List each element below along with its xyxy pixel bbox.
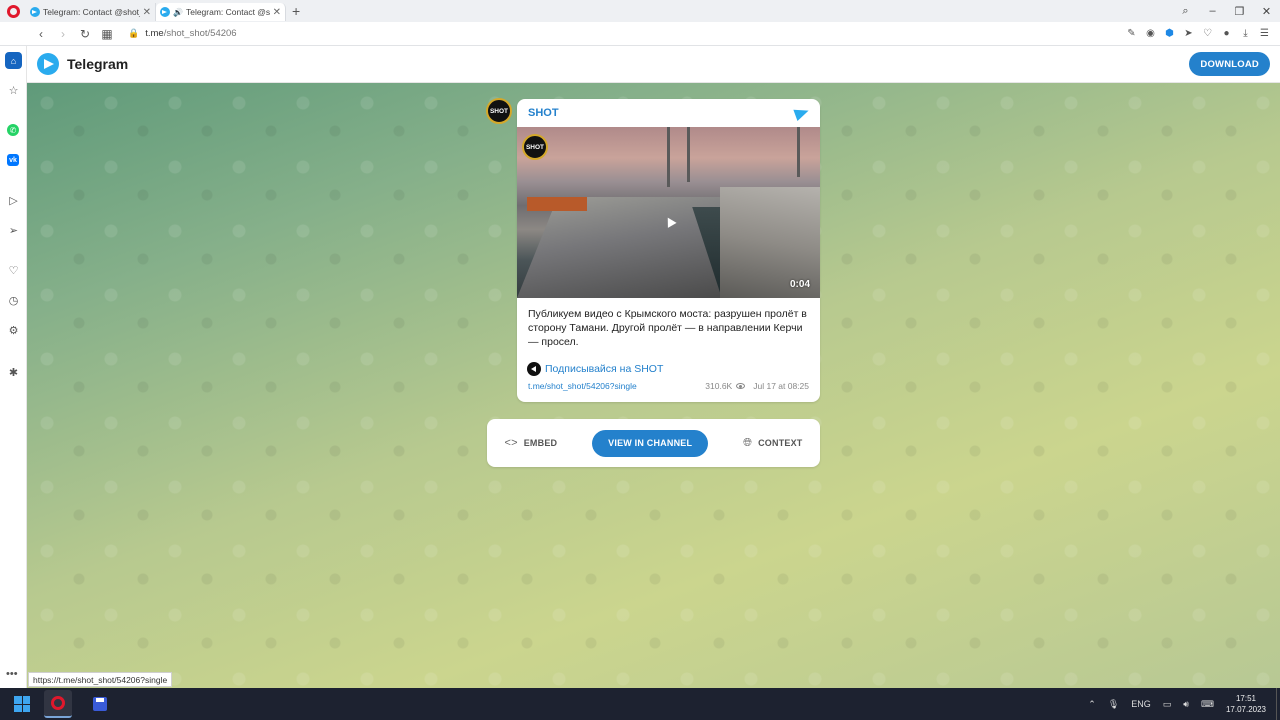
network-icon[interactable]: ▭: [1163, 699, 1172, 710]
audio-playing-icon[interactable]: 🔊: [173, 8, 183, 17]
view-in-channel-button[interactable]: VIEW IN CHANNEL: [592, 429, 709, 457]
reload-icon[interactable]: ↻: [74, 27, 96, 41]
tabs-grid-icon[interactable]: ▦: [96, 27, 118, 41]
telegram-favicon-icon: [30, 7, 40, 17]
windows-start-icon[interactable]: [14, 696, 30, 712]
url-path: /shot_shot/54206: [163, 28, 237, 39]
browser-tab-active[interactable]: 🔊 Telegram: Contact @sh ✕: [156, 3, 286, 21]
opera-icon: [51, 696, 65, 710]
taskbar-save-app[interactable]: [86, 690, 114, 718]
status-url-tooltip: https://t.me/shot_shot/54206?single: [28, 672, 173, 687]
bookmarks-icon[interactable]: ☆: [5, 82, 22, 99]
tab-title: Telegram: Contact @sh: [185, 7, 270, 17]
new-tab-button[interactable]: +: [286, 3, 306, 19]
megaphone-icon: [527, 361, 541, 376]
embed-button[interactable]: <> EMBED: [504, 437, 557, 449]
volume-icon[interactable]: 🔊︎: [1183, 699, 1189, 710]
lock-icon[interactable]: 🔒: [128, 28, 139, 39]
address-bar: ‹ › ↻ ▦ 🔒 t.me/shot_shot/54206 ✎ ◉ ⬢ ➤ ♡…: [0, 22, 1280, 46]
home-icon[interactable]: ⌂: [5, 52, 22, 69]
show-desktop-button[interactable]: [1276, 688, 1280, 720]
microphone-icon[interactable]: 🎙︎: [1108, 699, 1119, 710]
vk-icon[interactable]: vk: [7, 154, 19, 166]
tips-bulb-icon[interactable]: ✱: [5, 364, 22, 381]
address-bar-tools: ✎ ◉ ⬢ ➤ ♡ ● ⤓ ☰: [1122, 28, 1280, 39]
opera-menu-icon[interactable]: [0, 0, 26, 22]
tab-close-icon[interactable]: ✕: [273, 7, 281, 18]
opera-sidebar: ⌂ ☆ ✆ vk ▷ ➢ ♡ ◷ ⚙ ✱: [0, 46, 27, 688]
tray-overflow-icon[interactable]: ⌃: [1088, 699, 1096, 710]
windows-taskbar: ⌃ 🎙︎ ENG ▭ 🔊︎ ⌨ 17:51 17.07.2023: [0, 688, 1280, 720]
embed-label: EMBED: [523, 438, 558, 448]
telegram-logo-icon[interactable]: [37, 53, 59, 75]
post-channel-name[interactable]: SHOT: [528, 107, 559, 119]
clock-time: 17:51: [1235, 694, 1256, 703]
download-button[interactable]: DOWNLOAD: [1189, 52, 1270, 76]
whatsapp-icon[interactable]: ✆: [7, 124, 19, 136]
video-frame: [687, 127, 690, 182]
language-indicator[interactable]: ENG: [1131, 699, 1151, 709]
tab-title: Telegram: Contact @shot_: [43, 7, 140, 17]
taskbar-clock[interactable]: 17:51 17.07.2023: [1226, 693, 1266, 715]
video-player[interactable]: SHOT 0:04: [517, 127, 820, 298]
telegram-plane-icon[interactable]: [793, 104, 811, 122]
post-card: SHOT SHOT 0:04 Публикуем видео с Крымско…: [517, 99, 820, 402]
code-icon: <>: [504, 437, 518, 449]
window-controls: ⌕ – ❐ ✕: [1172, 5, 1280, 18]
video-watermark-logo: SHOT: [522, 134, 548, 160]
taskbar-opera-app[interactable]: [44, 690, 72, 718]
video-duration: 0:04: [789, 279, 810, 290]
telegram-header: Telegram DOWNLOAD: [27, 46, 1280, 83]
post-header: SHOT: [517, 99, 820, 127]
context-button[interactable]: 🌐︎ CONTEXT: [743, 437, 802, 450]
back-icon[interactable]: ‹: [30, 27, 52, 41]
eye-icon: [736, 382, 746, 389]
send-icon[interactable]: ➤: [1179, 28, 1198, 39]
url-host: t.me: [145, 28, 164, 39]
settings-gear-icon[interactable]: ⚙: [5, 322, 22, 339]
system-tray: ⌃ 🎙︎ ENG ▭ 🔊︎ ⌨ 17:51 17.07.2023: [1082, 688, 1280, 720]
download-icon[interactable]: ⤓: [1236, 28, 1255, 39]
player-icon[interactable]: ▷: [5, 192, 22, 209]
subscribe-row: Подписывайся на SHOT: [517, 350, 820, 376]
flow-send-icon[interactable]: ➢: [5, 222, 22, 239]
easy-setup-icon[interactable]: ☰: [1255, 28, 1274, 39]
post-date[interactable]: Jul 17 at 08:25: [753, 381, 809, 391]
profile-icon[interactable]: ●: [1217, 28, 1236, 39]
edit-icon[interactable]: ✎: [1122, 28, 1141, 39]
browser-tab-bar: Telegram: Contact @shot_ ✕ 🔊 Telegram: C…: [0, 0, 1280, 22]
tab-close-icon[interactable]: ✕: [143, 7, 151, 18]
video-frame: [527, 197, 587, 211]
restore-icon[interactable]: ❐: [1226, 5, 1253, 18]
telegram-brand[interactable]: Telegram: [67, 56, 128, 72]
close-window-icon[interactable]: ✕: [1253, 5, 1280, 18]
search-tabs-icon[interactable]: ⌕: [1172, 5, 1199, 18]
post-footer: t.me/shot_shot/54206?single 310.6K Jul 1…: [517, 376, 820, 391]
post-link[interactable]: t.me/shot_shot/54206?single: [528, 381, 637, 391]
views-count: 310.6K: [705, 380, 733, 391]
sidebar-more-icon[interactable]: •••: [6, 668, 18, 680]
minimize-icon[interactable]: –: [1199, 5, 1226, 17]
context-label: CONTEXT: [758, 438, 803, 448]
adblock-shield-icon[interactable]: ⬢: [1160, 28, 1179, 39]
video-frame: [667, 127, 670, 187]
subscribe-link[interactable]: Подписывайся на SHOT: [545, 363, 663, 375]
heart-icon[interactable]: ♡: [1198, 28, 1217, 39]
post-meta: 310.6K Jul 17 at 08:25: [705, 381, 809, 391]
url-field[interactable]: t.me/shot_shot/54206: [145, 28, 236, 39]
browser-tab[interactable]: Telegram: Contact @shot_ ✕: [26, 3, 156, 21]
history-icon[interactable]: ◷: [5, 292, 22, 309]
clock-date: 17.07.2023: [1225, 705, 1266, 714]
post-actions: <> EMBED VIEW IN CHANNEL 🌐︎ CONTEXT: [487, 419, 820, 467]
post-text: Публикуем видео с Крымского моста: разру…: [528, 308, 807, 349]
forward-icon[interactable]: ›: [52, 27, 74, 41]
channel-avatar[interactable]: SHOT: [486, 98, 512, 124]
telegram-favicon-icon: [160, 7, 170, 17]
video-frame: [797, 127, 800, 177]
floppy-icon: [93, 697, 107, 711]
globe-icon: 🌐︎: [743, 436, 753, 449]
camera-icon[interactable]: ◉: [1141, 28, 1160, 39]
keyboard-icon[interactable]: ⌨: [1201, 699, 1214, 710]
favorites-heart-icon[interactable]: ♡: [5, 262, 22, 279]
